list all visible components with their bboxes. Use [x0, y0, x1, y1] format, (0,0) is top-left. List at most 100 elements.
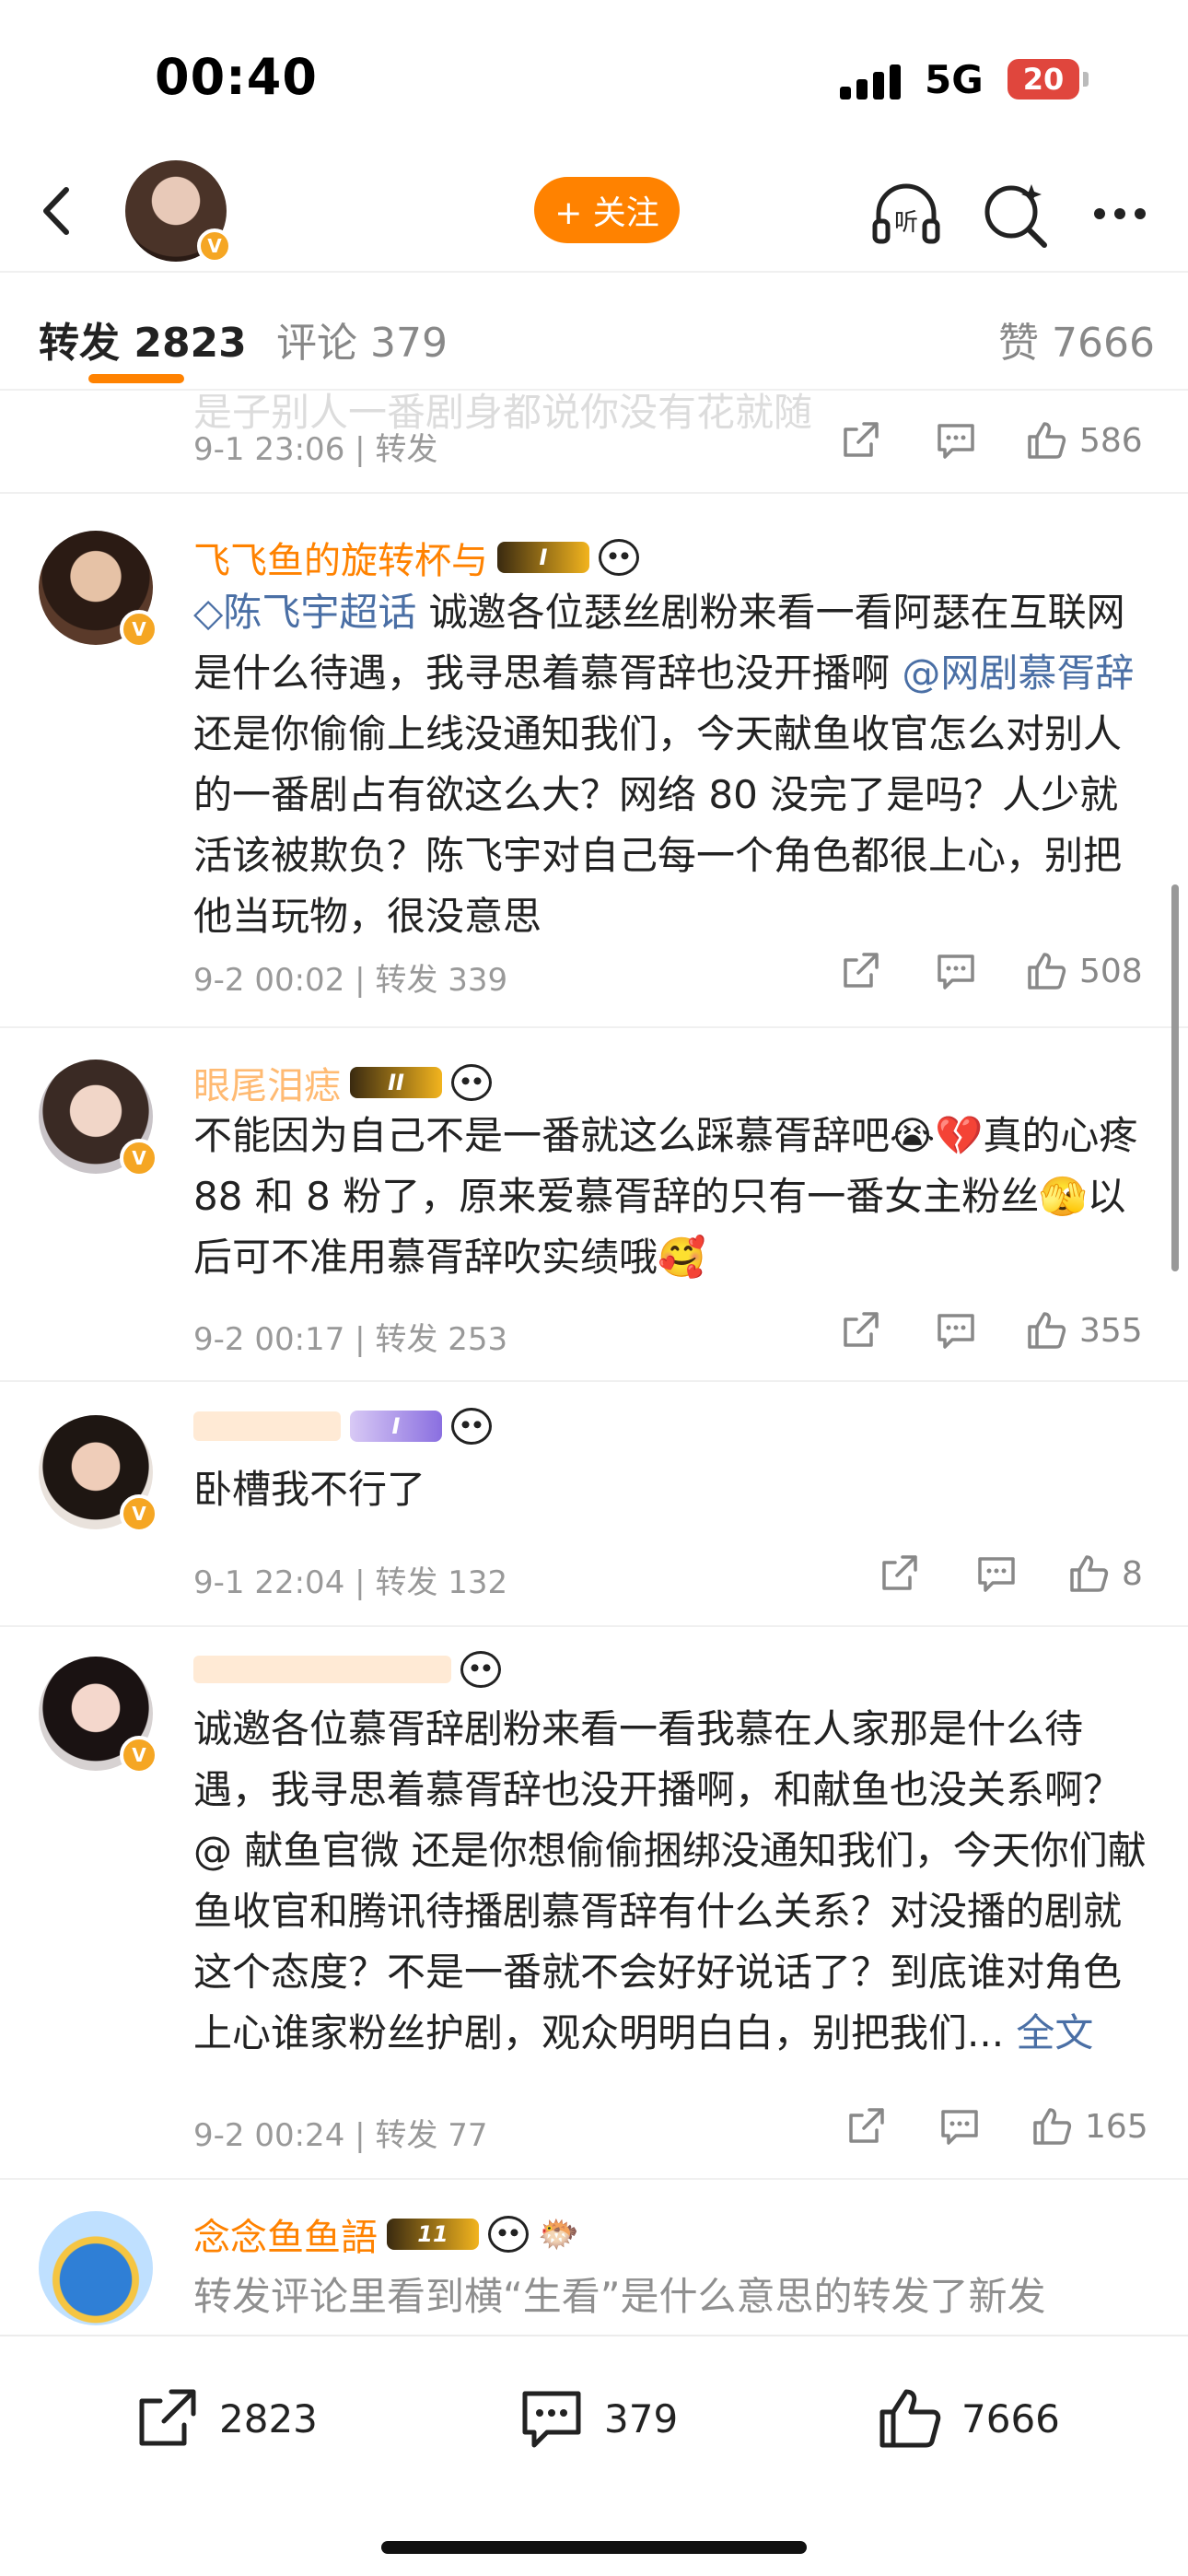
content-text: 诚邀各位慕胥辞剧粉来看一看我慕在人家那是什么待遇，我寻思着慕胥辞也没开播啊，和献… — [193, 1706, 1147, 2055]
user-name[interactable]: 飞飞鱼的旋转杯与 I — [193, 531, 639, 584]
fan-medal-icon: 11 — [387, 2219, 479, 2250]
share-action[interactable] — [877, 1551, 921, 1596]
follow-button[interactable]: + 关注 — [534, 177, 680, 243]
share-action[interactable] — [838, 1308, 882, 1352]
user-name[interactable]: 念念鱼鱼語 11 🐡 — [193, 2207, 579, 2261]
comment-icon — [522, 2391, 581, 2448]
user-name-text: 飞飞鱼的旋转杯与 — [193, 540, 488, 582]
thumbs-up-icon — [1028, 1312, 1066, 1349]
comment-action[interactable] — [934, 1308, 978, 1352]
share-action[interactable] — [838, 418, 882, 463]
content-text: 还是你偷偷上线没通知我们，今天献鱼收官怎么对别人的一番剧占有欲这么大？网络 80… — [193, 711, 1123, 939]
list-item[interactable]: V I 卧槽我不行了 9-1 22:04 | 转发 132 8 — [0, 1382, 1188, 1627]
topic-link[interactable]: ◇陈飞宇超话 — [193, 590, 416, 635]
tab-like[interactable]: 赞 7666 — [998, 310, 1155, 369]
like-action[interactable]: 8 — [1066, 1551, 1143, 1596]
fan-medal-icon: I — [350, 1411, 442, 1442]
like-count: 508 — [1079, 952, 1143, 990]
list-item[interactable]: V 飞飞鱼的旋转杯与 I ◇陈飞宇超话 诚邀各位瑟丝剧粉来看一看阿瑟在互联网是什… — [0, 494, 1188, 1028]
battery-icon: 20 — [1007, 59, 1079, 100]
user-avatar[interactable]: V — [39, 1657, 158, 1774]
post-content: 卧槽我不行了 — [193, 1467, 426, 1512]
share-icon — [844, 422, 879, 457]
comment-icon — [938, 954, 974, 989]
tab-like-label: 赞 — [998, 320, 1040, 367]
like-action[interactable]: 586 — [1024, 418, 1143, 463]
like-count: 8 — [1122, 1554, 1143, 1593]
verified-badge-icon: V — [120, 610, 158, 649]
like-action[interactable]: 355 — [1024, 1308, 1143, 1352]
list-item[interactable]: V 诚邀各位慕胥辞剧粉来看一看我慕在人家那是什么待遇，我寻思着慕胥辞也没开播啊，… — [0, 1627, 1188, 2180]
bottom-comment-count: 379 — [604, 2395, 679, 2441]
user-name[interactable]: I — [193, 1408, 492, 1445]
thumbs-up-icon — [879, 2389, 941, 2448]
panda-icon — [488, 2216, 529, 2253]
post-tabs: 转发 2823 评论 379 赞 7666 — [0, 271, 1188, 391]
list-item[interactable]: 念念鱼鱼語 11 🐡 转发评论里看到横“生看”是什么意思的转发了新发 — [0, 2180, 1188, 2335]
like-action[interactable]: 165 — [1030, 2104, 1148, 2149]
verified-badge-icon: V — [120, 1139, 158, 1177]
user-name[interactable] — [193, 1651, 501, 1688]
list-item[interactable]: V 眼尾泪痣 II 不能因为自己不是一番就这么踩慕胥辞吧😭💔真的心疼 88 和 … — [0, 1028, 1188, 1382]
user-avatar[interactable]: V — [39, 1060, 158, 1177]
more-dot-icon — [1135, 208, 1146, 219]
post-meta: 9-1 22:04 | 转发 132 — [193, 1564, 508, 1601]
bottom-comment-button[interactable]: 379 — [516, 2383, 678, 2454]
comment-icon — [938, 1314, 974, 1349]
network-label: 5G — [925, 57, 984, 102]
full-text-link[interactable]: 全文 — [1016, 2010, 1093, 2055]
tab-like-count: 7666 — [1052, 320, 1155, 367]
verified-badge-icon: V — [120, 1736, 158, 1774]
tab-comment-label: 评论 — [276, 320, 357, 367]
post-header: V + 关注 听 — [0, 157, 1188, 271]
user-avatar[interactable] — [39, 2211, 153, 2325]
more-dot-icon — [1094, 208, 1105, 219]
post-content: 不能因为自己不是一番就这么踩慕胥辞吧😭💔真的心疼 88 和 8 粉了，原来爱慕胥… — [193, 1113, 1138, 1280]
thumbs-up-icon — [1070, 1555, 1109, 1592]
search-button[interactable] — [976, 175, 1054, 252]
panda-icon — [599, 539, 639, 576]
back-button[interactable] — [26, 179, 90, 243]
mention-link[interactable]: @网剧慕胥辞 — [902, 650, 1134, 696]
panda-icon — [460, 1651, 501, 1688]
comment-action[interactable] — [934, 949, 978, 993]
bottom-like-button[interactable]: 7666 — [873, 2383, 1060, 2454]
comment-action[interactable] — [934, 418, 978, 463]
like-action[interactable]: 508 — [1024, 949, 1143, 993]
share-icon — [844, 953, 879, 988]
home-indicator[interactable] — [381, 2541, 807, 2554]
tab-comment[interactable]: 评论 379 — [276, 310, 448, 369]
user-avatar[interactable]: V — [39, 1415, 158, 1533]
post-meta: 9-2 00:17 | 转发 253 — [193, 1321, 508, 1358]
headphones-icon: 听 — [872, 183, 940, 244]
bottom-share-button[interactable]: 2823 — [131, 2383, 318, 2454]
share-icon — [139, 2389, 196, 2446]
tab-repost-count: 2823 — [134, 320, 247, 367]
user-avatar[interactable]: V — [39, 531, 158, 649]
thumbs-up-icon — [1028, 953, 1066, 989]
fish-icon: 🐡 — [538, 2216, 579, 2254]
tab-repost[interactable]: 转发 2823 — [39, 310, 247, 369]
like-count: 355 — [1079, 1311, 1143, 1350]
fan-medal-icon: I — [497, 542, 589, 573]
post-meta: 9-1 23:06 | 转发 — [193, 431, 438, 468]
share-action[interactable] — [844, 2104, 888, 2149]
more-button[interactable] — [1083, 175, 1157, 252]
share-icon — [882, 1555, 917, 1590]
bottom-share-count: 2823 — [219, 2395, 318, 2441]
listen-button[interactable]: 听 — [868, 175, 945, 252]
panda-icon — [451, 1064, 492, 1101]
bottom-like-count: 7666 — [961, 2395, 1060, 2441]
comment-action[interactable] — [974, 1551, 1019, 1596]
repost-feed[interactable]: 是子别人一番剧身都说你没有花就随 9-1 23:06 | 转发 586 V 飞飞… — [0, 391, 1188, 2335]
comment-action[interactable] — [938, 2104, 982, 2149]
author-avatar[interactable]: V — [125, 160, 232, 263]
scrollbar[interactable] — [1171, 884, 1179, 1271]
chevron-left-icon — [43, 187, 69, 235]
user-name[interactable]: 眼尾泪痣 II — [193, 1056, 492, 1109]
comment-icon — [938, 424, 974, 459]
share-action[interactable] — [838, 949, 882, 993]
like-count: 165 — [1085, 2107, 1148, 2146]
list-item: 是子别人一番剧身都说你没有花就随 9-1 23:06 | 转发 586 — [0, 391, 1188, 494]
thumbs-up-icon — [1028, 422, 1066, 459]
